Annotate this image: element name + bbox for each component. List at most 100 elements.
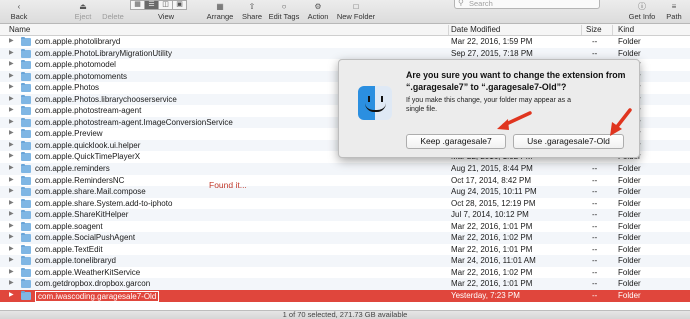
disclosure-triangle-icon[interactable]: ▶ [9,290,14,302]
disclosure-triangle-icon[interactable]: ▶ [9,198,14,210]
folder-icon [21,106,31,116]
disclosure-triangle-icon[interactable]: ▶ [9,82,14,94]
share-button[interactable]: ⇧ Share [240,0,264,24]
folder-icon [21,37,31,46]
column-divider[interactable] [612,25,613,35]
share-icon: ⇧ [248,2,256,11]
disclosure-triangle-icon[interactable]: ▶ [9,48,14,60]
search-input[interactable]: ⚲ Search [454,0,600,9]
disclosure-triangle-icon[interactable]: ▶ [9,221,14,233]
disclosure-triangle-icon[interactable]: ▶ [9,209,14,221]
table-row[interactable]: ▶ com.apple.photolibraryd Mar 22, 2016, 1:… [0,36,690,48]
disclosure-triangle-icon[interactable]: ▶ [9,186,14,198]
red-arrow-keep [497,111,532,130]
file-kind: Folder [618,48,641,58]
edit-tags-button[interactable]: ○ Edit Tags [266,0,302,24]
file-kind: Folder [618,175,641,185]
view-label: View [157,12,175,21]
eject-button[interactable]: ⏏ Eject [70,0,96,24]
action-button[interactable]: ⚙ Action [304,0,332,24]
table-row[interactable]: ▶ com.apple.reminders Aug 21, 2015, 8:44 P… [0,163,690,175]
table-row[interactable]: ▶ com.apple.ShareKitHelper Jul 7, 2014, 10… [0,209,690,221]
table-row[interactable]: ▶ com.apple.TextEdit Mar 22, 2016, 1:01 PM… [0,244,690,256]
disclosure-triangle-icon[interactable]: ▶ [9,59,14,71]
file-name: com.apple.TextEdit [35,244,103,254]
folder-icon [21,279,31,289]
eject-icon: ⏏ [79,2,87,11]
file-size: -- [592,244,598,254]
column-header: Name Date Modified Size Kind [0,24,690,36]
table-row[interactable]: ▶ com.apple.share.System.add-to-iphoto Oct… [0,198,690,210]
disclosure-triangle-icon[interactable]: ▶ [9,117,14,129]
disclosure-triangle-icon[interactable]: ▶ [9,267,14,279]
disclosure-triangle-icon[interactable]: ▶ [9,278,14,290]
file-kind: Folder [618,244,641,254]
folder-icon [21,129,31,139]
file-date: Mar 22, 2016, 1:01 PM [451,221,533,231]
table-row[interactable]: ▶ com.apple.RemindersNC Oct 17, 2014, 8:42… [0,175,690,187]
new-folder-icon: □ [353,2,359,11]
disclosure-triangle-icon[interactable]: ▶ [9,163,14,175]
column-divider[interactable] [448,25,449,35]
rename-extension-dialog: Are you sure you want to change the exte… [338,59,640,158]
finder-icon [358,86,392,120]
column-size-header[interactable]: Size [586,25,602,34]
folder-icon [21,267,31,277]
disclosure-triangle-icon[interactable]: ▶ [9,255,14,267]
column-kind-header[interactable]: Kind [618,25,634,34]
table-row[interactable]: ▶ com.getdropbox.dropbox.garcon Mar 22, 20… [0,278,690,291]
arrange-button[interactable]: ▦ Arrange [204,0,236,24]
file-kind: Folder [618,210,641,220]
file-size: -- [592,37,598,46]
delete-button[interactable]: Delete [98,0,128,24]
folder-icon [21,210,31,220]
gear-icon: ⚙ [314,2,322,11]
get-info-button[interactable]: ⓘ Get Info [626,0,658,24]
icon-view-icon[interactable]: ▦ [130,0,145,10]
file-kind: Folder [618,37,641,46]
file-size: -- [592,233,598,243]
keep-extension-button[interactable]: Keep .garagesale7 [406,134,506,149]
file-kind: Folder [618,221,641,231]
folder-icon [21,83,31,93]
table-row[interactable]: ▶ com.apple.SocialPushAgent Mar 22, 2016, … [0,232,690,244]
file-size: -- [592,256,598,266]
file-date: Mar 22, 2016, 1:01 PM [451,244,533,254]
disclosure-triangle-icon[interactable]: ▶ [9,151,14,163]
column-name-header[interactable]: Name [9,25,30,34]
column-date-header[interactable]: Date Modified [451,25,500,34]
table-row[interactable]: ▶ com.apple.soagent Mar 22, 2016, 1:01 PM -… [0,221,690,233]
column-divider[interactable] [581,25,582,35]
file-date: Mar 22, 2016, 1:02 PM [451,267,533,277]
disclosure-triangle-icon[interactable]: ▶ [9,140,14,152]
toolbar: ‹ Back ⏏ Eject Delete ▦ ☰ ◫ ▣ View ▦ Arr… [0,0,690,24]
file-name: com.apple.soagent [35,221,103,231]
back-button[interactable]: ‹ Back [6,0,32,24]
disclosure-triangle-icon[interactable]: ▶ [9,94,14,106]
disclosure-triangle-icon[interactable]: ▶ [9,232,14,244]
trash-icon [106,2,120,11]
file-date: Sep 27, 2015, 7:18 PM [451,48,533,58]
file-date: Mar 24, 2016, 11:01 AM [451,256,536,266]
disclosure-triangle-icon[interactable]: ▶ [9,36,14,48]
file-name: com.apple.tonelibraryd [35,256,116,266]
file-date: Yesterday, 7:23 PM [451,291,520,301]
path-button[interactable]: ≡ Path [663,0,685,24]
disclosure-triangle-icon[interactable]: ▶ [9,71,14,83]
table-row[interactable]: ▶ com.apple.tonelibraryd Mar 24, 2016, 11:… [0,255,690,267]
file-kind: Folder [618,187,641,197]
new-folder-button[interactable]: □ New Folder [334,0,378,24]
disclosure-triangle-icon[interactable]: ▶ [9,244,14,256]
file-size: -- [592,175,598,185]
disclosure-triangle-icon[interactable]: ▶ [9,128,14,140]
status-bar: 1 of 70 selected, 271.73 GB available [0,310,690,319]
table-row[interactable]: ▶ com.apple.WeatherKitService Mar 22, 2016… [0,267,690,279]
disclosure-triangle-icon[interactable]: ▶ [9,105,14,117]
file-name: com.apple.ShareKitHelper [35,210,129,220]
disclosure-triangle-icon[interactable]: ▶ [9,175,14,187]
table-row[interactable]: ▶ com.iwascoding.garagesale7-Old Yesterday… [0,290,690,303]
folder-icon [21,256,31,266]
table-row[interactable]: ▶ com.apple.share.Mail.compose Aug 24, 201… [0,186,690,198]
file-name: com.apple.reminders [35,164,110,174]
table-row[interactable]: ▶ com.apple.PhotoLibraryMigrationUtility S… [0,47,690,60]
